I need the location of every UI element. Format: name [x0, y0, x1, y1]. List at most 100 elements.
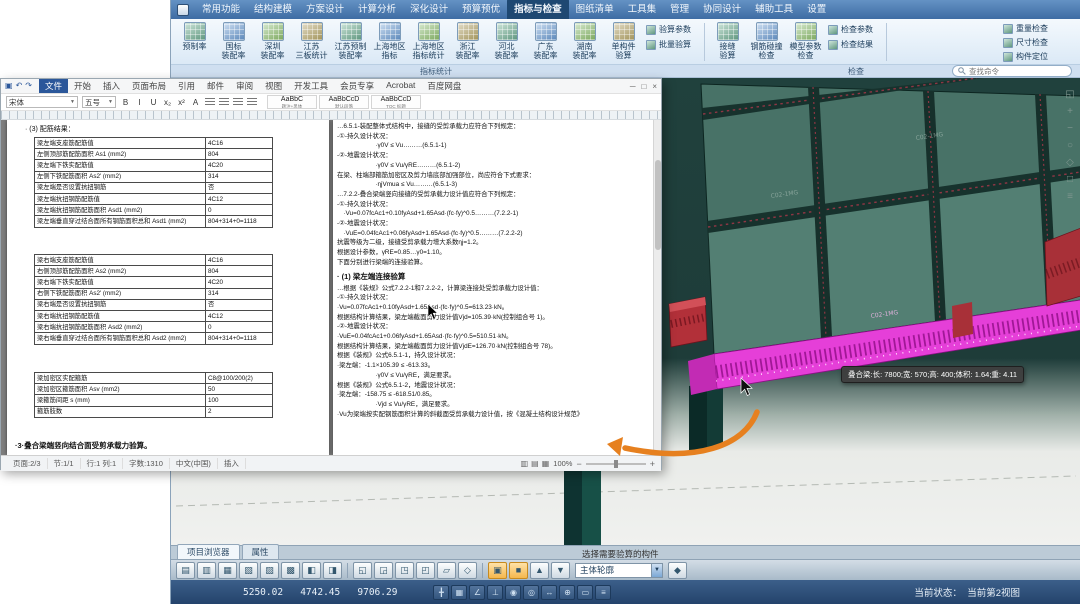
word-tab[interactable]: 会员专享: [334, 79, 380, 93]
nav-cube-icon[interactable]: ◱: [1065, 90, 1074, 100]
polar-icon[interactable]: ∠: [469, 585, 485, 600]
word-tab[interactable]: 开发工具: [288, 79, 334, 93]
zoom-slider-knob[interactable]: [614, 460, 618, 468]
view-plan-icon[interactable]: ▤: [176, 562, 195, 579]
column-cap-mid[interactable]: [952, 302, 973, 338]
ribbon-small-button[interactable]: 尺寸检查: [1003, 37, 1063, 48]
subscript-button[interactable]: x₂: [162, 98, 173, 107]
measure-icon[interactable]: ▱: [437, 562, 456, 579]
word-status-item[interactable]: 节:1/1: [48, 458, 81, 469]
font-size-select[interactable]: 五号▼: [82, 96, 116, 108]
ribbon-button[interactable]: 模型参数 检查: [786, 20, 825, 64]
ribbon-tab[interactable]: 工具集: [621, 0, 664, 19]
zoom-out-icon[interactable]: −: [1067, 124, 1073, 134]
align-left-icon[interactable]: [205, 98, 215, 106]
view-dual-icon[interactable]: ◨: [323, 562, 342, 579]
command-search[interactable]: [952, 65, 1072, 77]
style-chip[interactable]: AaBbCcD TOC 标题: [371, 95, 421, 109]
print-layout-icon[interactable]: ▤: [531, 459, 539, 468]
style-chip[interactable]: AaBbCcD 默认段落: [319, 95, 369, 109]
zoom-in-icon[interactable]: +: [1067, 107, 1073, 117]
view-menu-icon[interactable]: ≡: [1067, 192, 1073, 202]
bearing-cap-left[interactable]: [669, 297, 707, 347]
view-front-icon[interactable]: ▥: [197, 562, 216, 579]
word-status-item[interactable]: 字数:1310: [123, 458, 170, 469]
ribbon-small-button[interactable]: 重量检查: [1003, 23, 1063, 34]
ribbon-tab[interactable]: 管理: [663, 0, 696, 19]
minimize-button[interactable]: ─: [630, 82, 636, 91]
lineweight-icon[interactable]: ⊕: [559, 585, 575, 600]
view-render-icon[interactable]: ▩: [281, 562, 300, 579]
apply-icon[interactable]: ◆: [668, 562, 687, 579]
ribbon-button[interactable]: 国标 装配率: [214, 20, 253, 64]
ruler[interactable]: [1, 111, 661, 120]
ribbon-button[interactable]: 浙江 装配率: [448, 20, 487, 64]
grid-icon[interactable]: ▦: [451, 585, 467, 600]
ortho-icon[interactable]: ⊥: [487, 585, 503, 600]
osnap-icon[interactable]: ◉: [505, 585, 521, 600]
document-area[interactable]: · (3) 配筋结果： 梁左端支座筋配筋值4C16左侧顶部筋配筋面积 As1 (…: [1, 120, 661, 455]
ribbon-button[interactable]: 单构件 验算: [604, 20, 643, 64]
save-icon[interactable]: ▣: [5, 80, 13, 92]
ribbon-button[interactable]: 湖南 装配率: [565, 20, 604, 64]
ribbon-button[interactable]: 河北 装配率: [487, 20, 526, 64]
pan-icon[interactable]: ◇: [1066, 158, 1074, 168]
app-logo[interactable]: [177, 4, 189, 16]
bold-button[interactable]: B: [120, 98, 131, 107]
word-scrollbar[interactable]: [653, 120, 661, 455]
bearing-cap-right[interactable]: [1045, 228, 1080, 306]
word-tab[interactable]: 引用: [172, 79, 201, 93]
ribbon-tab[interactable]: 协同设计: [696, 0, 748, 19]
select-filter-icon[interactable]: ▣: [488, 562, 507, 579]
view-iso-icon[interactable]: ▧: [239, 562, 258, 579]
zoom-window-icon[interactable]: ◱: [353, 562, 372, 579]
panel-tab[interactable]: 属性: [242, 544, 279, 559]
word-tab[interactable]: Acrobat: [380, 79, 421, 93]
ribbon-button[interactable]: 接缝 验算: [708, 20, 747, 64]
crosshair-icon[interactable]: ╋: [433, 585, 449, 600]
word-tab[interactable]: 插入: [97, 79, 126, 93]
show-elements-icon[interactable]: ■: [509, 562, 528, 579]
ribbon-button[interactable]: 广东 装配率: [526, 20, 565, 64]
word-tab[interactable]: 视图: [259, 79, 288, 93]
word-tab[interactable]: 文件: [39, 79, 68, 93]
ribbon-small-button[interactable]: 构件定位: [1003, 51, 1063, 62]
ribbon-tab[interactable]: 常用功能: [195, 0, 247, 19]
word-tab[interactable]: 审阅: [230, 79, 259, 93]
word-status-item[interactable]: 中文(中国): [170, 458, 218, 469]
read-mode-icon[interactable]: ▥: [521, 459, 529, 468]
word-status-item[interactable]: 插入: [218, 458, 246, 469]
underline-button[interactable]: U: [148, 98, 159, 107]
ribbon-tab[interactable]: 方案设计: [299, 0, 351, 19]
view-split-icon[interactable]: ◧: [302, 562, 321, 579]
style-chip[interactable]: AaBbC 题注+黑体: [267, 95, 317, 109]
align-center-icon[interactable]: [219, 98, 229, 106]
annotate-icon[interactable]: ◇: [458, 562, 477, 579]
zoom-in-button[interactable]: +: [650, 459, 655, 469]
word-tab[interactable]: 邮件: [201, 79, 230, 93]
close-button[interactable]: ×: [652, 82, 657, 91]
superscript-button[interactable]: x²: [176, 98, 187, 107]
search-input[interactable]: [969, 67, 1059, 76]
font-name-select[interactable]: 宋体▼: [6, 96, 78, 108]
panel-tab[interactable]: 项目浏览器: [177, 544, 240, 559]
align-justify-icon[interactable]: [247, 98, 257, 106]
ribbon-button[interactable]: 上海地区 指标统计: [409, 20, 448, 64]
ribbon-tab[interactable]: 计算分析: [351, 0, 403, 19]
level-up-icon[interactable]: ▲: [530, 562, 549, 579]
undo-icon[interactable]: ↶: [16, 80, 23, 92]
zoom-extents-icon[interactable]: ◲: [374, 562, 393, 579]
zoom-out-button[interactable]: −: [576, 459, 581, 469]
zoom-slider[interactable]: [586, 463, 646, 465]
ribbon-tab[interactable]: 结构建模: [247, 0, 299, 19]
ribbon-tab[interactable]: 指标与检查: [507, 0, 569, 19]
ribbon-button[interactable]: 深圳 装配率: [253, 20, 292, 64]
ribbon-small-button[interactable]: 验算参数: [646, 24, 698, 35]
ribbon-tab[interactable]: 辅助工具: [748, 0, 800, 19]
ribbon-small-button[interactable]: 检查参数: [828, 24, 880, 35]
word-tab[interactable]: 百度网盘: [421, 79, 467, 93]
level-down-icon[interactable]: ▼: [551, 562, 570, 579]
orbit-icon[interactable]: ○: [1067, 141, 1073, 151]
word-tab[interactable]: 开始: [68, 79, 97, 93]
ribbon-tab[interactable]: 设置: [800, 0, 833, 19]
